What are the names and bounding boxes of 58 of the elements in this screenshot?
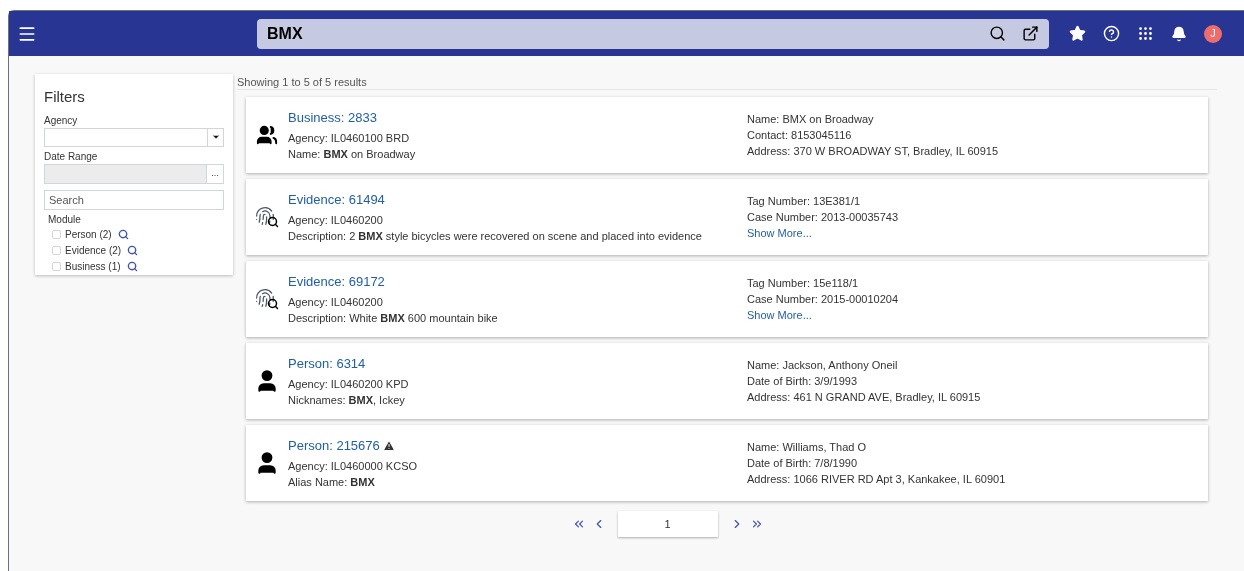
module-checkbox[interactable] xyxy=(52,230,61,239)
result-detail: Agency: IL0460200 xyxy=(288,294,384,310)
module-checkbox[interactable] xyxy=(52,246,61,255)
result-detail: Agency: IL0460100 BRD xyxy=(288,130,411,146)
fingerprint-search-icon xyxy=(255,288,279,310)
show-more-link[interactable]: Show More... xyxy=(747,225,899,241)
result-detail: Agency: IL0460200 xyxy=(288,212,384,228)
bell-icon[interactable] xyxy=(1171,25,1187,42)
module-option[interactable]: Person (2) xyxy=(65,227,112,242)
star-icon[interactable] xyxy=(1069,25,1086,42)
filters-title: Filters xyxy=(44,87,86,107)
result-detail: Alias Name: BMX xyxy=(288,474,376,490)
result-detail: Address: 370 W BROADWAY ST, Bradley, IL 60915 xyxy=(747,144,999,159)
module-label: Module xyxy=(47,212,82,227)
result-detail: Name: Williams, Thad O xyxy=(747,440,867,455)
result-title-link[interactable]: Business: 2833 xyxy=(288,108,377,128)
result-detail: Tag Number: 13E381/1 xyxy=(747,194,862,209)
search-input[interactable]: Search xyxy=(44,189,224,210)
apps-grid-icon[interactable] xyxy=(1137,25,1154,42)
result-detail: Address: 1066 RIVER RD Apt 3, Kankakee, IL 60901 xyxy=(747,472,1006,487)
fingerprint-search-icon xyxy=(255,206,279,228)
result-detail: Date of Birth: 3/9/1993 xyxy=(747,374,859,389)
search-icon[interactable] xyxy=(127,245,139,256)
search-icon[interactable] xyxy=(126,261,138,272)
page-number-field[interactable]: 1 xyxy=(617,511,718,537)
date-range-label: Date Range xyxy=(44,149,99,164)
result-detail: Case Number: 2013-00035743 xyxy=(747,210,899,225)
result-detail: Case Number: 2015-00010204 xyxy=(747,292,899,307)
module-checkbox[interactable] xyxy=(52,262,61,271)
search-icon[interactable] xyxy=(989,25,1006,42)
search-icon[interactable] xyxy=(117,229,129,240)
result-title-link[interactable]: Person: 215676 xyxy=(288,436,380,456)
result-detail: Name: BMX on Broadway xyxy=(747,112,875,127)
result-detail: Date of Birth: 7/8/1990 xyxy=(747,456,859,471)
module-option[interactable]: Evidence (2) xyxy=(65,243,122,258)
result-title-link[interactable]: Evidence: 61494 xyxy=(288,190,385,210)
help-icon[interactable] xyxy=(1103,25,1120,42)
result-title-link[interactable]: Evidence: 69172 xyxy=(288,272,385,292)
results-summary: Showing 1 to 5 of 5 results xyxy=(237,74,1217,90)
external-link-icon[interactable] xyxy=(1022,25,1039,42)
agency-label: Agency xyxy=(44,113,79,128)
result-detail: Nicknames: BMX, Ickey xyxy=(288,392,406,408)
result-detail: Description: White BMX 600 mountain bike xyxy=(288,310,499,326)
caret-icon xyxy=(210,132,221,142)
result-detail: Description: 2 BMX style bicycles were recovered on scene and placed into evidence xyxy=(288,228,703,244)
result-detail: Name: BMX on Broadway xyxy=(288,146,417,162)
search-field[interactable]: BMX xyxy=(257,18,1049,49)
show-more-link[interactable]: Show More... xyxy=(747,307,899,323)
people-icon xyxy=(256,124,278,146)
result-detail: Tag Number: 15e118/1 xyxy=(747,276,860,291)
search-input[interactable]: BMX xyxy=(267,21,989,46)
result-detail: Contact: 8153045116 xyxy=(747,128,853,143)
result-detail: Address: 461 N GRAND AVE, Bradley, IL 60915 xyxy=(747,390,981,405)
result-detail: Name: Jackson, Anthony Oneil xyxy=(747,358,899,373)
module-option[interactable]: Business (1) xyxy=(65,259,121,274)
result-detail: Agency: IL0460000 KCSO xyxy=(288,458,419,474)
result-detail: Agency: IL0460200 KPD xyxy=(288,376,410,392)
result-title-link[interactable]: Person: 6314 xyxy=(288,354,366,374)
